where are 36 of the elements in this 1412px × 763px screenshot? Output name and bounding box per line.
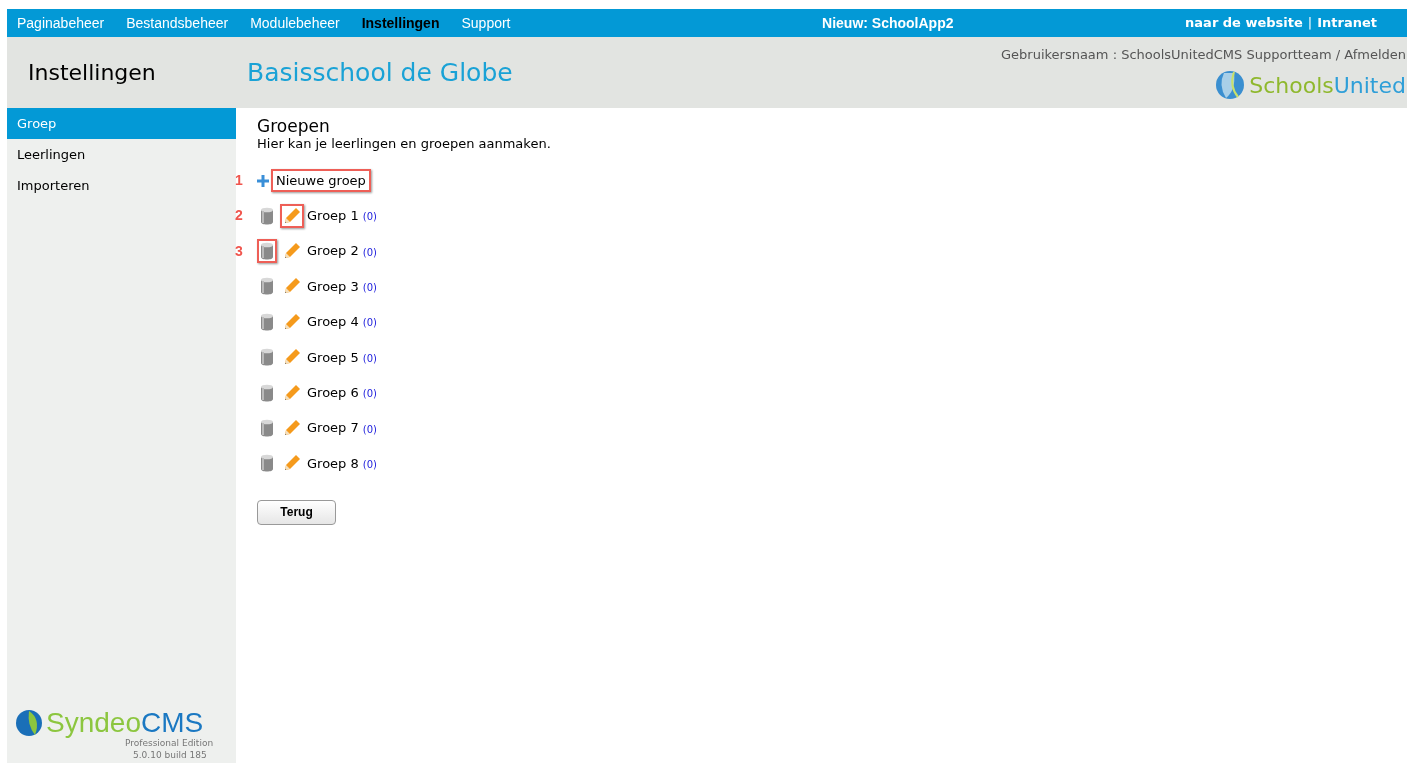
group-name[interactable]: Groep 5 — [307, 347, 359, 367]
site-title: Basisschool de Globe — [247, 56, 513, 89]
nav-tab[interactable]: Instellingen — [361, 12, 440, 34]
member-count-link[interactable]: (0) — [362, 386, 377, 402]
member-count-link[interactable]: (0) — [362, 279, 377, 295]
plus-icon[interactable] — [257, 174, 269, 187]
sidebar-item[interactable]: Leerlingen — [7, 139, 236, 170]
group-name[interactable]: Groep 3 — [307, 276, 359, 297]
member-count-link[interactable]: (0) — [362, 421, 377, 437]
member-count-link[interactable]: (0) — [362, 350, 377, 366]
callout-number: 2 — [235, 206, 243, 226]
version-label: 5.0.10 build 185 — [132, 749, 208, 761]
group-name[interactable]: Groep 2 — [307, 241, 359, 261]
schoolsunited-logo: SchoolsUnited — [1214, 68, 1406, 102]
page-description: Hier kan je leerlingen en groepen aanmaken. — [257, 136, 552, 151]
group-name[interactable]: Groep 8 — [307, 453, 359, 474]
database-icon[interactable] — [257, 239, 277, 264]
member-count-link[interactable]: (0) — [362, 315, 377, 331]
group-name[interactable]: Groep 7 — [307, 418, 359, 438]
member-count-link[interactable]: (0) — [362, 456, 377, 472]
edition-label: Professional Edition — [125, 738, 215, 749]
new-group-link[interactable]: Nieuwe groep — [271, 168, 371, 193]
callout-number: 3 — [235, 241, 243, 261]
section-title: Instellingen — [28, 59, 156, 87]
member-count-link[interactable]: (0) — [362, 209, 377, 225]
sidebar-item[interactable]: Importeren — [7, 170, 236, 201]
group-name[interactable]: Groep 6 — [307, 382, 359, 403]
pencil-icon[interactable] — [280, 203, 304, 228]
back-button[interactable]: Terug — [257, 499, 336, 525]
member-count-link[interactable]: (0) — [362, 244, 377, 260]
page-title: Groepen — [257, 116, 331, 136]
link-separator: | — [1307, 14, 1313, 33]
callout-number: 1 — [235, 171, 243, 190]
group-name[interactable]: Groep 1 — [307, 205, 359, 226]
group-name[interactable]: Groep 4 — [307, 312, 359, 332]
user-line: Gebruikersnaam : SchoolsUnitedCMS Supportteam / Afmelden — [1000, 46, 1406, 64]
